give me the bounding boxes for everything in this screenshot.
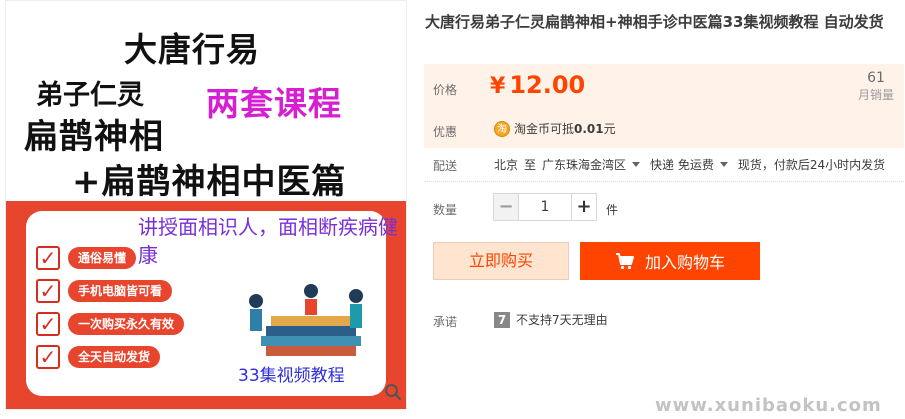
quantity-label: 数量 [433, 203, 458, 217]
taojinbi-coin-icon: 淘 [494, 120, 510, 137]
promise-label: 承诺 [433, 315, 458, 329]
shipping-row: 配送 北京 至 广东珠海金湾区 快递 免运费 现货，付款后24小时内发货 [424, 148, 904, 182]
check-icon: ✓ [36, 312, 60, 336]
image-title: 大唐行易 [124, 30, 260, 69]
increase-button[interactable]: + [571, 193, 597, 221]
product-page: 大唐行易 弟子仁灵 两套课程 扁鹊神相 +扁鹊神相中医篇 讲授面相识人，面相断疾… [0, 0, 905, 419]
image-plus-line: +扁鹊神相中医篇 [72, 162, 347, 202]
product-title: 大唐行易弟子仁灵扁鹊神相+神相手诊中医篇33集视频教程 自动发货 [425, 13, 884, 31]
destination-select[interactable]: 广东珠海金湾区 [542, 156, 626, 173]
feature-row: ✓ 手机电脑皆可看 [36, 277, 173, 305]
sales-label: 月销量 [857, 88, 894, 102]
promo-info[interactable]: 淘 淘金币可抵 0.01 元 [494, 120, 616, 137]
ship-to-word: 至 [524, 158, 537, 172]
books-illustration-icon [249, 284, 363, 356]
monthly-sales: 61 月销量 [858, 70, 894, 103]
decrease-button[interactable]: − [493, 193, 519, 221]
image-disciple: 弟子仁灵 [36, 80, 144, 111]
quantity-stepper: − 1 + [493, 193, 597, 221]
stock-note: 现货，付款后24小时内发货 [737, 158, 886, 172]
image-videos-label: 33集视频教程 [238, 366, 345, 386]
product-image[interactable]: 大唐行易 弟子仁灵 两套课程 扁鹊神相 +扁鹊神相中医篇 讲授面相识人，面相断疾… [5, 0, 407, 410]
feature-row: ✓ 通俗易懂 [36, 244, 137, 272]
watermark: www.xunibaoku.com [655, 395, 882, 416]
promise-info[interactable]: 7 不支持7天无理由 [494, 311, 608, 328]
price-panel: 价格 ¥12.00 61 月销量 [424, 64, 904, 112]
feature-row: ✓ 一次购买永久有效 [36, 310, 185, 338]
shipping-method-select[interactable]: 快递 免运费 [650, 156, 714, 173]
ship-from: 北京 [494, 158, 519, 172]
chevron-down-icon[interactable] [719, 162, 728, 167]
price-amount: 12.00 [509, 71, 586, 99]
chevron-down-icon[interactable] [632, 162, 641, 167]
feature-label: 一次购买永久有效 [68, 313, 185, 335]
add-to-cart-button[interactable]: 加入购物车 [580, 242, 760, 280]
zoom-icon[interactable] [384, 383, 402, 401]
add-to-cart-label: 加入购物车 [644, 253, 725, 272]
cart-icon [615, 253, 634, 270]
price-value: ¥12.00 [490, 71, 585, 99]
promo-amount: 0.01 [574, 121, 604, 136]
promo-label: 优惠 [433, 125, 458, 139]
sales-count: 61 [867, 70, 885, 86]
quantity-input[interactable]: 1 [519, 193, 571, 221]
feature-label: 手机电脑皆可看 [68, 280, 173, 302]
quantity-unit: 件 [606, 203, 619, 217]
promo-text-suffix: 元 [603, 122, 616, 136]
shipping-info: 北京 至 广东珠海金湾区 快递 免运费 现货，付款后24小时内发货 [494, 156, 885, 173]
promo-text-prefix: 淘金币可抵 [514, 122, 575, 136]
feature-row: ✓ 全天自动发货 [36, 343, 161, 371]
shipping-label: 配送 [433, 159, 458, 173]
promise-text: 不支持7天无理由 [516, 313, 608, 327]
check-icon: ✓ [36, 246, 60, 270]
seven-day-icon: 7 [494, 311, 510, 328]
check-icon: ✓ [36, 345, 60, 369]
price-label: 价格 [433, 83, 458, 97]
feature-label: 通俗易懂 [68, 247, 137, 269]
feature-label: 全天自动发货 [68, 346, 161, 368]
check-icon: ✓ [36, 279, 60, 303]
promo-panel: 优惠 淘 淘金币可抵 0.01 元 [424, 112, 904, 148]
image-bianque: 扁鹊神相 [24, 117, 164, 157]
image-two-courses: 两套课程 [206, 84, 342, 123]
currency-symbol: ¥ [490, 74, 506, 99]
buy-now-button[interactable]: 立即购买 [433, 242, 569, 280]
image-teaching-text: 讲授面相识人，面相断疾病健康 [138, 215, 398, 267]
